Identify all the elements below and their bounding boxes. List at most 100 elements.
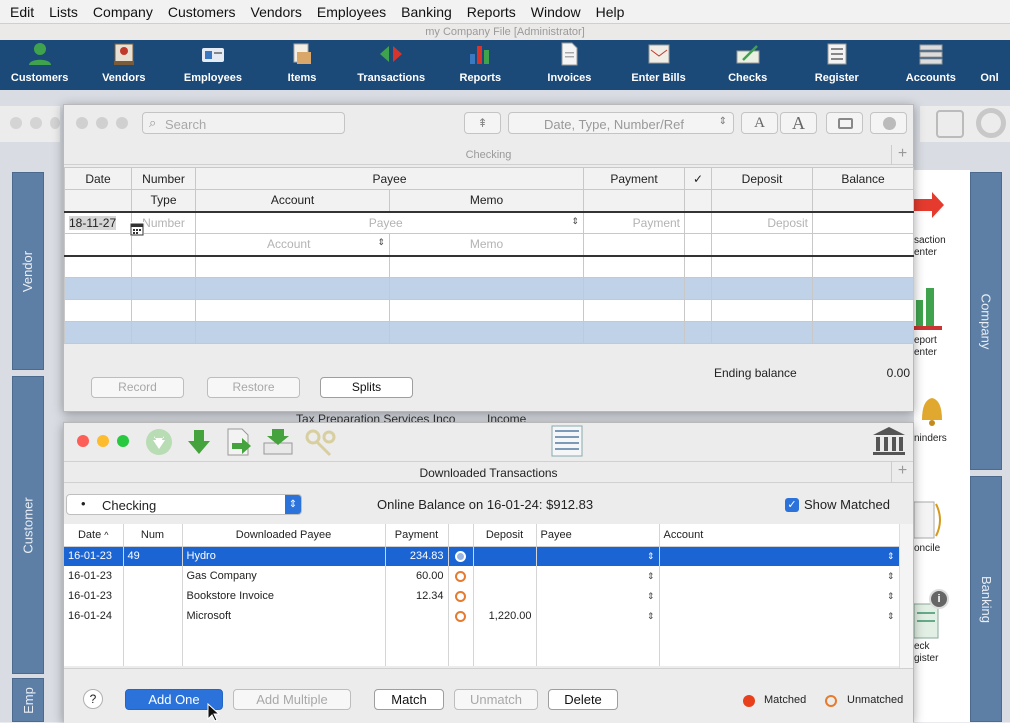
menu-reports[interactable]: Reports: [457, 4, 516, 20]
entry-date-field[interactable]: 18-11-27: [64, 211, 132, 234]
toolbar-transactions[interactable]: Transactions: [347, 40, 436, 90]
account-dropdown[interactable]: ⇕: [659, 606, 900, 626]
entry-payee-field[interactable]: Payee ⇕: [195, 211, 584, 234]
splits-button[interactable]: Splits: [320, 377, 413, 398]
menu-help[interactable]: Help: [586, 4, 625, 20]
entry-deposit-field[interactable]: Deposit: [711, 211, 813, 234]
toolbar-reports[interactable]: Reports: [436, 40, 525, 90]
add-tab-button[interactable]: +: [891, 145, 913, 165]
payee-dropdown[interactable]: ⇕: [536, 546, 660, 566]
record-button[interactable]: Record: [91, 377, 184, 398]
col-payment[interactable]: Payment: [385, 524, 449, 547]
col-downloaded-payee[interactable]: Downloaded Payee: [182, 524, 386, 547]
col-number[interactable]: Number: [131, 167, 196, 190]
toolbar-vendors[interactable]: Vendors: [79, 40, 168, 90]
import-accounts-icon[interactable]: [262, 427, 294, 457]
sidetab-company[interactable]: Company: [970, 172, 1002, 470]
minimize-button[interactable]: [96, 117, 108, 129]
print-button[interactable]: [826, 112, 863, 134]
sidetab-customer[interactable]: Customer: [12, 376, 44, 674]
col-num[interactable]: Num: [123, 524, 183, 547]
sidetab-employees[interactable]: Emp: [12, 678, 44, 722]
col-account[interactable]: Account: [195, 189, 390, 212]
register-view-icon[interactable]: [551, 425, 583, 457]
bank-icon[interactable]: [872, 425, 906, 457]
toolbar-employees[interactable]: Employees: [168, 40, 257, 90]
search-field[interactable]: ⌕ Search: [142, 112, 345, 134]
col-deposit[interactable]: Deposit: [711, 167, 813, 190]
account-dropdown[interactable]: ⇕: [659, 546, 900, 566]
col-payee[interactable]: Payee: [195, 167, 584, 190]
add-multiple-button[interactable]: Add Multiple: [233, 689, 351, 710]
menu-window[interactable]: Window: [521, 4, 581, 20]
menu-employees[interactable]: Employees: [307, 4, 386, 20]
minimize-button[interactable]: [97, 435, 109, 447]
toolbar-checks[interactable]: Checks: [703, 40, 792, 90]
report-center-icon[interactable]: [914, 288, 942, 330]
table-row[interactable]: 16-01-23 49 Hydro 234.83 ⇕ ⇕: [64, 546, 900, 566]
table-row[interactable]: 16-01-24 Microsoft 1,220.00 ⇕ ⇕: [64, 606, 900, 626]
help-button[interactable]: ?: [83, 689, 103, 709]
entry-account-field[interactable]: Account ⇕: [195, 233, 390, 256]
menu-company[interactable]: Company: [83, 4, 153, 20]
col-deposit[interactable]: Deposit: [473, 524, 537, 547]
table-row[interactable]: 16-01-23 Bookstore Invoice 12.34 ⇕ ⇕: [64, 586, 900, 606]
table-scrollbar[interactable]: [899, 524, 913, 668]
help-lifebuoy-icon[interactable]: [976, 108, 1006, 138]
close-button[interactable]: [77, 435, 89, 447]
unmatch-button[interactable]: Unmatch: [454, 689, 538, 710]
zoom-button[interactable]: [116, 117, 128, 129]
view-icon[interactable]: [936, 110, 964, 138]
show-matched-checkbox[interactable]: ✓: [785, 498, 799, 512]
col-account[interactable]: Account: [659, 524, 900, 547]
table-row[interactable]: 16-01-23 Gas Company 60.00 ⇕ ⇕: [64, 566, 900, 586]
toolbar-customers[interactable]: Customers: [0, 40, 79, 90]
col-date[interactable]: Date: [64, 167, 132, 190]
menu-lists[interactable]: Lists: [39, 4, 78, 20]
transaction-center-icon[interactable]: [914, 192, 946, 218]
entry-type-field[interactable]: [131, 233, 196, 256]
payee-dropdown[interactable]: ⇕: [536, 566, 660, 586]
import-file-icon[interactable]: [224, 427, 254, 457]
col-date[interactable]: Date ^: [64, 524, 124, 547]
col-memo[interactable]: Memo: [389, 189, 584, 212]
menu-customers[interactable]: Customers: [158, 4, 236, 20]
reconcile-icon[interactable]: [914, 500, 942, 540]
decrease-font-button[interactable]: A: [741, 112, 778, 134]
sidetab-vendor[interactable]: Vendor: [12, 172, 44, 370]
toolbar-accounts[interactable]: Accounts: [881, 40, 980, 90]
sort-filter-select[interactable]: Date, Type, Number/Ref ⇕: [508, 112, 734, 134]
payee-dropdown[interactable]: ⇕: [536, 606, 660, 626]
toolbar-items[interactable]: Items: [257, 40, 346, 90]
col-balance[interactable]: Balance: [812, 167, 914, 190]
increase-font-button[interactable]: A: [780, 112, 817, 134]
account-select[interactable]: • Checking ⇕: [66, 494, 302, 515]
download-disabled-icon[interactable]: [144, 427, 174, 457]
col-payee[interactable]: Payee: [536, 524, 660, 547]
reconcile-label[interactable]: oncile: [914, 543, 940, 555]
report-center-label[interactable]: eport enter: [914, 335, 937, 359]
col-status[interactable]: [448, 524, 474, 547]
toolbar-invoices[interactable]: Invoices: [525, 40, 614, 90]
match-button[interactable]: Match: [374, 689, 444, 710]
toolbar-register[interactable]: Register: [792, 40, 881, 90]
restore-button[interactable]: Restore: [207, 377, 300, 398]
entry-memo-field[interactable]: Memo: [389, 233, 584, 256]
info-icon[interactable]: i: [929, 589, 949, 609]
account-dropdown[interactable]: ⇕: [659, 586, 900, 606]
delete-button[interactable]: Delete: [548, 689, 618, 710]
account-dropdown[interactable]: ⇕: [659, 566, 900, 586]
add-tab-button[interactable]: +: [891, 461, 913, 483]
menu-edit[interactable]: Edit: [0, 4, 34, 20]
rules-disabled-icon[interactable]: [304, 427, 338, 457]
transaction-center-label[interactable]: saction enter: [914, 235, 946, 259]
check-register-label[interactable]: eck gister: [914, 641, 938, 665]
entry-payment-field[interactable]: Payment: [583, 211, 685, 234]
menu-vendors[interactable]: Vendors: [241, 4, 302, 20]
col-type[interactable]: Type: [131, 189, 196, 212]
col-payment[interactable]: Payment: [583, 167, 685, 190]
entry-cleared-field[interactable]: [684, 211, 712, 234]
col-cleared[interactable]: ✓: [684, 167, 712, 190]
zoom-button[interactable]: [117, 435, 129, 447]
reminders-label[interactable]: ninders: [914, 433, 947, 445]
